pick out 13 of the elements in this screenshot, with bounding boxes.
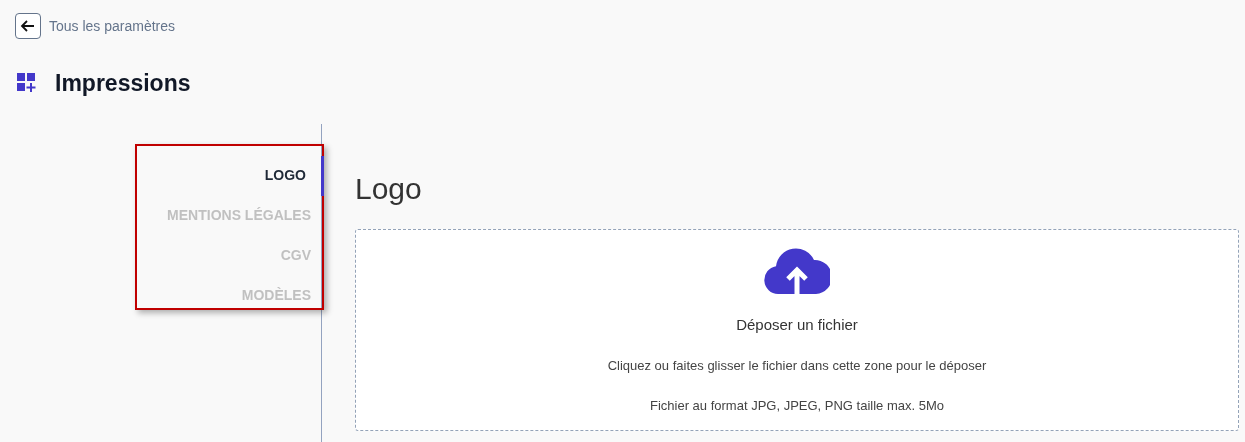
back-link[interactable]: Tous les paramètres (49, 15, 176, 37)
back-arrow-icon (20, 18, 36, 34)
file-format-note: Fichier au format JPG, JPEG, PNG taille max. 5Mo (650, 396, 944, 415)
nav-tab[interactable]: LOGO (264, 165, 322, 186)
active-indicator (321, 155, 324, 196)
dashboard-add-icon (17, 73, 37, 94)
cloud-upload-icon (764, 245, 830, 294)
file-dropzone[interactable]: Déposer un fichier Cliquez ou faites glisser le fichier dans cette zone pour le déposer Fichier au format JPG, JPEG, PNG taille max. 5Mo (355, 228, 1239, 431)
page-title: Impressions (55, 69, 191, 98)
section-title: Logo (355, 170, 423, 207)
dropzone-hint: Cliquez ou faites glisser le fichier dans cette zone pour le déposer (607, 357, 987, 375)
dropzone-title: Déposer un fichier (736, 314, 858, 335)
back-button[interactable] (15, 13, 41, 39)
